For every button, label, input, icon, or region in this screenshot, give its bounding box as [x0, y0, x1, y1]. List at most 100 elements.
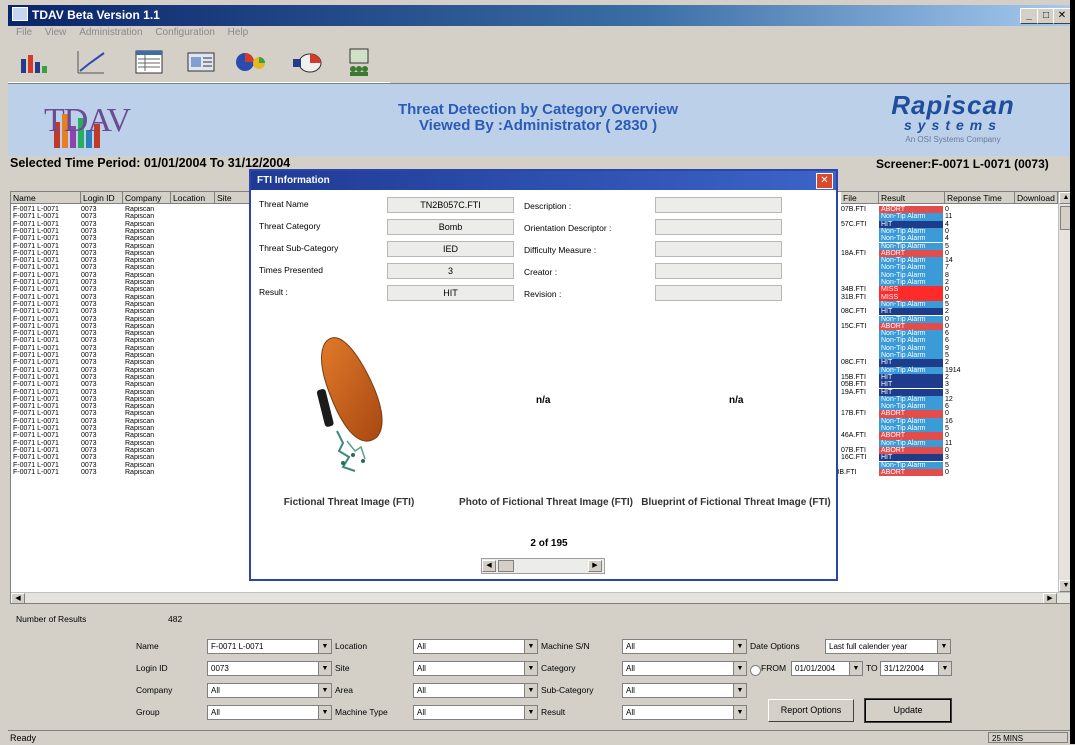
machine-sn-select[interactable]: All ▼ — [622, 639, 747, 654]
pager-prev-arrow[interactable]: ◀ — [482, 560, 496, 572]
column-response-time[interactable]: Reponse Time — [945, 192, 1015, 204]
company-select[interactable]: All ▼ — [207, 683, 332, 698]
area-select-value: All — [417, 686, 426, 695]
chevron-down-icon[interactable]: ▼ — [524, 684, 537, 697]
chevron-down-icon[interactable]: ▼ — [733, 706, 746, 719]
column-login-id[interactable]: Login ID — [81, 192, 123, 204]
menu-view[interactable]: View — [45, 27, 67, 38]
column-company[interactable]: Company — [123, 192, 171, 204]
chevron-down-icon[interactable]: ▼ — [318, 706, 331, 719]
pie-chart-icon[interactable] — [234, 46, 268, 78]
subcategory-select[interactable]: All ▼ — [622, 683, 747, 698]
from-date-picker[interactable]: 01/01/2004 ▼ — [791, 661, 863, 676]
row-name: F-0071 L-0071 — [13, 417, 59, 425]
menu-configuration[interactable]: Configuration — [155, 27, 214, 38]
row-result: ABORT — [879, 446, 943, 455]
chevron-down-icon[interactable]: ▼ — [733, 684, 746, 697]
row-response-time: 12 — [945, 395, 953, 403]
menu-administration[interactable]: Administration — [79, 27, 142, 38]
screeners-icon[interactable] — [342, 46, 376, 78]
line-chart-icon[interactable] — [74, 46, 108, 78]
to-date-picker[interactable]: 31/12/2004 ▼ — [880, 661, 952, 676]
threat-subcategory-value: IED — [387, 241, 514, 257]
pager-thumb[interactable] — [498, 560, 514, 572]
column-download[interactable]: Download — [1015, 192, 1058, 204]
column-name[interactable]: Name — [11, 192, 81, 204]
column-location[interactable]: Location — [171, 192, 215, 204]
scroll-up-arrow[interactable]: ▲ — [1059, 192, 1072, 204]
row-company: Rapiscan — [125, 249, 155, 257]
name-select[interactable]: F-0071 L-0071 ▼ — [207, 639, 332, 654]
result-label: Result : — [259, 287, 288, 297]
scroll-thumb[interactable] — [1060, 206, 1072, 230]
pager-next-arrow[interactable]: ▶ — [588, 560, 602, 572]
chevron-down-icon[interactable]: ▼ — [849, 662, 862, 675]
caption-photo: Photo of Fictional Threat Image (FTI) — [459, 497, 633, 508]
machine-type-select[interactable]: All ▼ — [413, 705, 538, 720]
login-id-select[interactable]: 0073 ▼ — [207, 661, 332, 676]
row-result: Non-Tip Alarm — [879, 366, 943, 374]
company-label: Company — [136, 685, 173, 695]
horizontal-scrollbar[interactable]: ◀ ▶ — [11, 592, 1072, 603]
dialog-close-button[interactable]: ✕ — [816, 173, 833, 189]
site-select[interactable]: All ▼ — [413, 661, 538, 676]
row-result: Non-Tip Alarm — [879, 395, 943, 404]
times-presented-value: 3 — [387, 263, 514, 279]
row-result: HIT — [879, 373, 943, 382]
row-result: ABORT — [879, 410, 943, 418]
row-company: Rapiscan — [125, 213, 155, 221]
update-button[interactable]: Update — [864, 698, 952, 723]
row-login-id: 0073 — [81, 271, 97, 279]
comparison-icon[interactable] — [290, 46, 324, 78]
row-login-id: 0073 — [81, 425, 97, 432]
chevron-down-icon[interactable]: ▼ — [318, 662, 331, 675]
minimize-button[interactable]: _ — [1020, 8, 1038, 24]
category-select[interactable]: All ▼ — [622, 661, 747, 676]
column-file[interactable]: File — [841, 192, 879, 204]
row-company: Rapiscan — [125, 220, 155, 228]
chevron-down-icon[interactable]: ▼ — [733, 662, 746, 675]
area-select[interactable]: All ▼ — [413, 683, 538, 698]
scroll-left-arrow[interactable]: ◀ — [11, 593, 25, 603]
report-options-button[interactable]: Report Options — [768, 699, 854, 722]
menu-bar: File View Administration Configuration H… — [8, 26, 1070, 40]
chevron-down-icon[interactable]: ▼ — [318, 684, 331, 697]
status-text: Ready — [10, 733, 37, 743]
row-name: F-0071 L-0071 — [13, 446, 59, 454]
close-button[interactable]: ✕ — [1053, 8, 1071, 24]
chevron-down-icon[interactable]: ▼ — [733, 640, 746, 653]
creator-value — [655, 263, 782, 279]
column-site[interactable]: Site — [215, 192, 251, 204]
menu-help[interactable]: Help — [228, 27, 249, 38]
row-result: HIT — [879, 220, 943, 228]
row-name: F-0071 L-0071 — [13, 315, 59, 323]
image-pager-scrollbar[interactable]: ◀ ▶ — [481, 558, 605, 574]
result-select[interactable]: All ▼ — [622, 705, 747, 720]
chevron-down-icon[interactable]: ▼ — [524, 706, 537, 719]
column-result[interactable]: Result — [879, 192, 945, 204]
location-select[interactable]: All ▼ — [413, 639, 538, 654]
scroll-down-arrow[interactable]: ▼ — [1059, 580, 1072, 592]
row-response-time: 11 — [945, 439, 953, 447]
chevron-down-icon[interactable]: ▼ — [524, 662, 537, 675]
menu-file[interactable]: File — [16, 27, 32, 38]
data-view-icon[interactable] — [184, 46, 218, 78]
chevron-down-icon[interactable]: ▼ — [318, 640, 331, 653]
scroll-right-arrow[interactable]: ▶ — [1043, 593, 1057, 603]
date-options-select[interactable]: Last full calender year ▼ — [825, 639, 951, 654]
group-select[interactable]: All ▼ — [207, 705, 332, 720]
row-company: Rapiscan — [125, 264, 155, 272]
row-result: MISS — [879, 286, 943, 294]
row-name: F-0071 L-0071 — [13, 242, 59, 250]
from-radio[interactable] — [750, 665, 761, 676]
vertical-scrollbar[interactable]: ▲ ▼ — [1058, 192, 1072, 592]
chevron-down-icon[interactable]: ▼ — [938, 662, 951, 675]
row-result: ABORT — [879, 206, 943, 214]
row-name: F-0071 L-0071 — [13, 381, 59, 389]
table-report-icon[interactable] — [132, 46, 166, 78]
row-login-id: 0073 — [81, 322, 97, 330]
bar-chart-icon[interactable] — [16, 46, 50, 78]
row-company: Rapiscan — [125, 286, 155, 294]
chevron-down-icon[interactable]: ▼ — [524, 640, 537, 653]
chevron-down-icon[interactable]: ▼ — [937, 640, 950, 653]
